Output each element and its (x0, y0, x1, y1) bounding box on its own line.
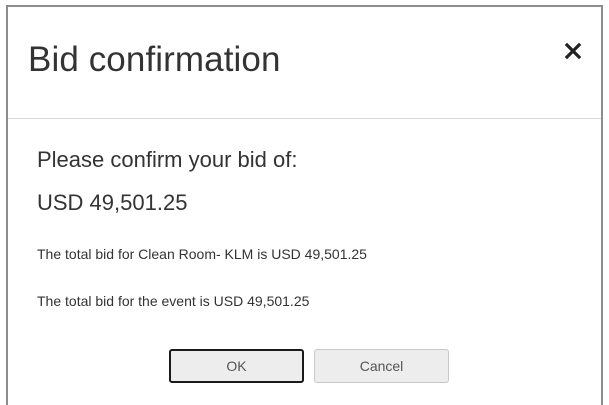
ok-button[interactable]: OK (169, 349, 304, 383)
confirm-prompt: Please confirm your bid of: (37, 147, 298, 172)
bid-confirmation-dialog: Bid confirmation Please confirm your bid… (6, 5, 603, 405)
dialog-header: Bid confirmation (8, 7, 601, 119)
dialog-title: Bid confirmation (28, 40, 281, 79)
cancel-button[interactable]: Cancel (314, 349, 449, 383)
close-icon[interactable] (561, 39, 585, 63)
event-total-text: The total bid for the event is USD 49,50… (37, 293, 310, 309)
line-item-total-text: The total bid for Clean Room- KLM is USD… (37, 246, 367, 262)
bid-amount: USD 49,501.25 (37, 190, 188, 215)
